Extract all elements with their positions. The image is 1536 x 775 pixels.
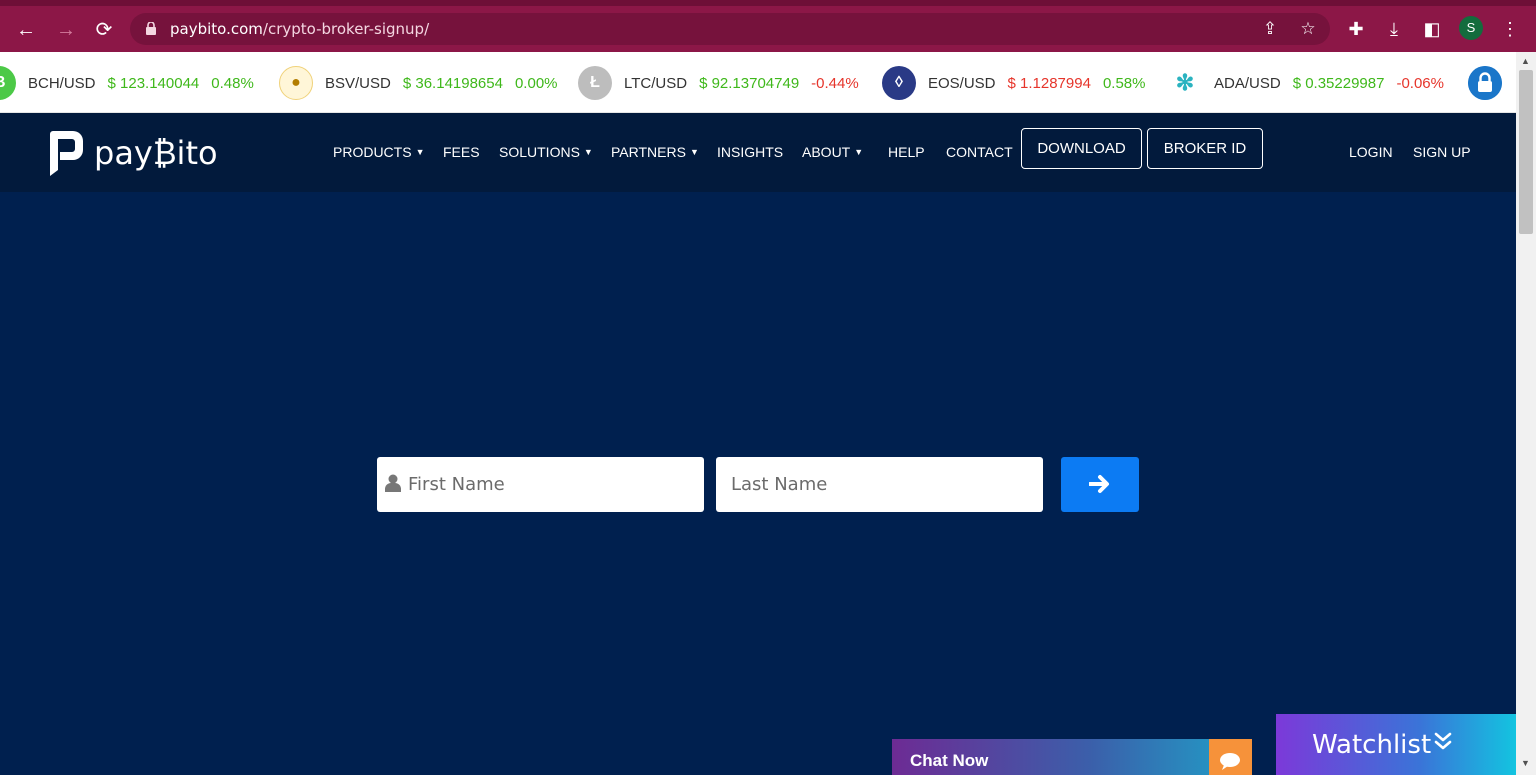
menu-dots-icon[interactable]: ⋮ — [1497, 16, 1523, 42]
logo-text: pay₿ito — [94, 134, 218, 172]
eos-icon: ◊ — [882, 66, 916, 100]
nav-help[interactable]: HELP — [888, 144, 925, 160]
ticker-change: 0.48% — [211, 74, 254, 92]
ticker-pair: LTC/USD — [624, 74, 688, 92]
lock-icon — [146, 22, 156, 35]
nav-signup[interactable]: SIGN UP — [1413, 144, 1471, 160]
extensions-icon[interactable]: ✚ — [1343, 16, 1369, 42]
share-icon[interactable]: ⇪ — [1260, 19, 1280, 39]
page-scrollbar[interactable]: ▲ ▼ — [1516, 52, 1536, 775]
cardano-icon: ✻ — [1168, 66, 1202, 100]
paybito-logo-icon — [50, 131, 83, 176]
chat-widget[interactable]: Chat Now — [892, 739, 1252, 775]
caret-down-icon: ▼ — [854, 147, 864, 157]
ticker-price: $ 92.13704749 — [699, 74, 800, 92]
ticker-price: $ 1.1287994 — [1007, 74, 1091, 92]
browser-toolbar: ← → ⟳ paybito.com/crypto-broker-signup/ … — [0, 0, 1536, 60]
side-panel-icon[interactable]: ◧ — [1419, 16, 1445, 42]
ticker-price: $ 36.14198654 — [402, 74, 503, 92]
chat-bubble-icon[interactable] — [1209, 739, 1252, 775]
nav-contact[interactable]: CONTACT — [946, 144, 1013, 160]
scroll-down-icon[interactable]: ▼ — [1521, 758, 1530, 768]
nav-fees[interactable]: FEES — [443, 144, 480, 160]
last-name-input[interactable] — [716, 457, 1043, 512]
ticker-item: ₿ BCH/USD $ 123.140044 0.48% — [0, 65, 254, 101]
watchlist-widget[interactable]: Watchlist — [1276, 714, 1516, 775]
nav-solutions[interactable]: SOLUTIONS ▼ — [499, 144, 593, 160]
ticker-pair: BCH/USD — [28, 74, 96, 92]
nav-products[interactable]: PRODUCTS ▼ — [333, 144, 424, 160]
price-ticker: ₿ BCH/USD $ 123.140044 0.48% ● BSV/USD $… — [0, 52, 1516, 113]
ticker-item: ● BSV/USD $ 36.14198654 0.00% — [279, 65, 558, 101]
ticker-change: 0.58% — [1102, 74, 1146, 92]
last-name-field — [716, 457, 1043, 512]
reload-icon[interactable]: ⟳ — [90, 16, 118, 44]
litecoin-icon: Ł — [578, 66, 612, 100]
ticker-pair: ADA/USD — [1214, 74, 1281, 92]
ticker-change: -0.44% — [811, 74, 859, 92]
first-name-field — [377, 457, 704, 512]
tab-strip — [0, 0, 1536, 6]
caret-down-icon: ▼ — [689, 147, 699, 157]
nav-insights[interactable]: INSIGHTS — [717, 144, 783, 160]
bitcoin-cash-icon: ₿ — [0, 66, 16, 100]
caret-down-icon: ▼ — [583, 147, 593, 157]
bookmark-star-icon[interactable]: ☆ — [1298, 19, 1318, 39]
ticker-item: ◊ EOS/USD $ 1.1287994 0.58% — [882, 65, 1145, 101]
nav-about[interactable]: ABOUT ▼ — [802, 144, 863, 160]
address-bar[interactable]: paybito.com/crypto-broker-signup/ ⇪ ☆ — [130, 13, 1330, 45]
first-name-input[interactable] — [377, 457, 704, 512]
nav-partners[interactable]: PARTNERS ▼ — [611, 144, 699, 160]
chat-label: Chat Now — [910, 751, 989, 770]
submit-button[interactable] — [1061, 457, 1139, 512]
ticker-item: Ł LTC/USD $ 92.13704749 -0.44% — [578, 65, 859, 101]
scroll-up-icon[interactable]: ▲ — [1521, 56, 1530, 66]
bitcoin-sv-icon: ● — [279, 66, 313, 100]
back-icon[interactable]: ← — [12, 16, 40, 44]
nav-login[interactable]: LOGIN — [1349, 144, 1393, 160]
ticker-price: $ 0.35229987 — [1292, 74, 1385, 92]
forward-icon[interactable]: → — [52, 16, 80, 44]
ticker-change: -0.06% — [1396, 74, 1444, 92]
download-icon[interactable]: ⤓ — [1381, 16, 1407, 42]
url-text: paybito.com/crypto-broker-signup/ — [170, 20, 430, 38]
broker-id-button[interactable]: BROKER ID — [1147, 128, 1263, 169]
security-lock-icon — [1468, 66, 1502, 100]
ticker-change: 0.00% — [514, 74, 558, 92]
ticker-price: $ 123.140044 — [107, 74, 200, 92]
paybito-logo[interactable]: pay₿ito — [48, 130, 218, 176]
site-header: pay₿ito PRODUCTS ▼ FEES SOLUTIONS ▼ PARTNE… — [0, 113, 1516, 192]
download-button[interactable]: DOWNLOAD — [1021, 128, 1142, 169]
watchlist-label: Watchlist — [1312, 730, 1432, 760]
arrow-right-icon — [1089, 475, 1109, 493]
caret-down-icon: ▼ — [415, 147, 425, 157]
ticker-pair: EOS/USD — [928, 74, 996, 92]
double-chevron-down-icon[interactable] — [1434, 731, 1452, 751]
ticker-pair: BSV/USD — [325, 74, 391, 92]
ticker-item: ✻ ADA/USD $ 0.35229987 -0.06% — [1168, 65, 1444, 101]
profile-avatar[interactable]: S — [1459, 16, 1483, 40]
scroll-thumb[interactable] — [1519, 70, 1533, 234]
